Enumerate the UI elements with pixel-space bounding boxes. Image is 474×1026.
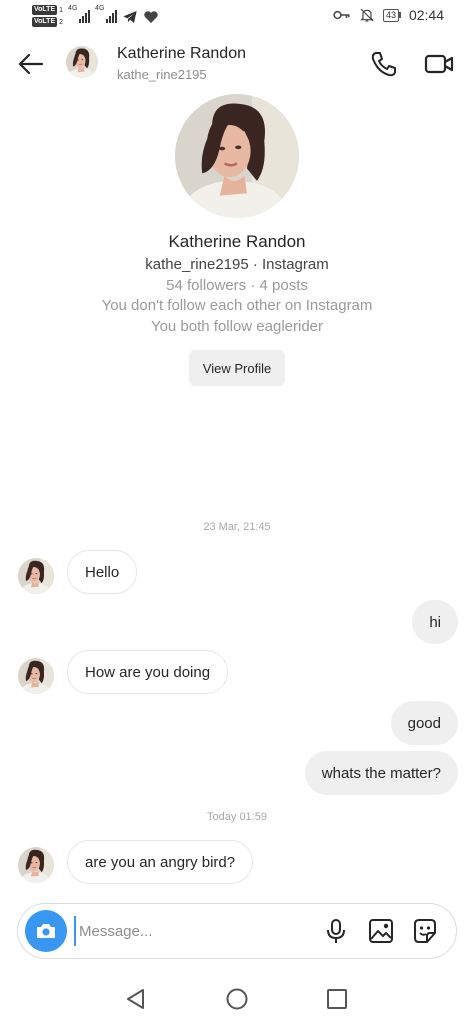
avatar-image bbox=[18, 558, 54, 594]
volte-indicators: VoLTE 1 VoLTE 2 bbox=[32, 5, 63, 27]
message-input[interactable] bbox=[74, 916, 264, 946]
sim-1-label: 1 bbox=[59, 6, 64, 14]
profile-stats: 54 followers · 4 posts bbox=[166, 277, 308, 294]
nav-back-icon bbox=[127, 989, 144, 1009]
video-camera-icon bbox=[424, 54, 454, 74]
battery-icon: 43 bbox=[382, 8, 401, 22]
view-profile-button[interactable]: View Profile bbox=[189, 350, 285, 386]
incoming-message[interactable]: Hello bbox=[67, 550, 138, 594]
header-avatar[interactable] bbox=[66, 46, 98, 78]
key-icon bbox=[333, 10, 350, 20]
status-left: VoLTE 1 VoLTE 2 4G 4G bbox=[32, 5, 159, 27]
nav-back-button[interactable] bbox=[124, 987, 148, 1011]
avatar-image bbox=[18, 658, 54, 694]
gallery-button[interactable] bbox=[367, 917, 395, 945]
mute-icon bbox=[360, 8, 374, 22]
back-arrow-icon bbox=[18, 53, 44, 75]
heart-icon bbox=[144, 11, 158, 23]
sim-2-label: 2 bbox=[59, 18, 64, 26]
sticker-button[interactable] bbox=[411, 917, 439, 945]
nav-recent-icon bbox=[327, 989, 347, 1009]
nav-recent-button[interactable] bbox=[326, 988, 348, 1010]
sender-avatar[interactable] bbox=[18, 658, 54, 694]
nav-home-icon bbox=[226, 988, 248, 1010]
camera-icon bbox=[37, 924, 55, 938]
message-composer bbox=[17, 903, 457, 959]
incoming-message[interactable]: How are you doing bbox=[67, 650, 229, 694]
outgoing-message[interactable]: whats the matter? bbox=[304, 751, 458, 795]
sticker-icon bbox=[414, 919, 436, 943]
mutual-follow: You both follow eaglerider bbox=[150, 318, 324, 335]
header-username[interactable]: kathe_rine2195 bbox=[117, 67, 207, 82]
follow-status: You don't follow each other on Instagram bbox=[101, 297, 373, 314]
nav-home-button[interactable] bbox=[225, 987, 249, 1011]
sender-avatar[interactable] bbox=[18, 847, 54, 883]
timestamp: Today 01:59 bbox=[207, 811, 267, 823]
microphone-icon bbox=[327, 919, 345, 943]
header-name[interactable]: Katherine Randon bbox=[117, 45, 246, 63]
video-call-button[interactable] bbox=[424, 50, 454, 78]
phone-icon bbox=[371, 52, 396, 77]
profile-avatar[interactable] bbox=[175, 94, 299, 218]
incoming-message[interactable]: are you an angry bird? bbox=[67, 840, 254, 884]
profile-photo bbox=[175, 94, 299, 218]
avatar-image bbox=[18, 847, 54, 883]
battery-level: 43 bbox=[382, 8, 399, 22]
sender-avatar[interactable] bbox=[18, 558, 54, 594]
telegram-icon bbox=[123, 11, 137, 23]
signal-icon-2: 4G bbox=[95, 5, 118, 23]
outgoing-message[interactable]: good bbox=[390, 701, 458, 745]
network-2-label: 4G bbox=[95, 5, 105, 12]
volte-badge-2: VoLTE bbox=[32, 17, 58, 27]
avatar-image bbox=[66, 46, 98, 78]
camera-button[interactable] bbox=[25, 910, 67, 952]
profile-name: Katherine Randon bbox=[168, 232, 306, 251]
status-time: 02:44 bbox=[408, 7, 444, 23]
network-1-label: 4G bbox=[68, 5, 78, 12]
gallery-icon bbox=[369, 919, 393, 943]
status-right: 43 02:44 bbox=[333, 7, 444, 23]
status-bar: VoLTE 1 VoLTE 2 4G 4G 43 02:44 bbox=[0, 0, 474, 34]
signal-icon: 4G bbox=[68, 5, 91, 23]
timestamp: 23 Mar, 21:45 bbox=[203, 521, 271, 533]
voice-message-button[interactable] bbox=[322, 917, 350, 945]
back-button[interactable] bbox=[16, 50, 46, 78]
voice-call-button[interactable] bbox=[370, 50, 398, 78]
chat-header: Katherine Randon kathe_rine2195 bbox=[0, 36, 474, 92]
profile-subtitle: kathe_rine2195 · Instagram bbox=[145, 256, 329, 273]
volte-badge-1: VoLTE bbox=[32, 5, 58, 15]
outgoing-message[interactable]: hi bbox=[412, 600, 458, 644]
